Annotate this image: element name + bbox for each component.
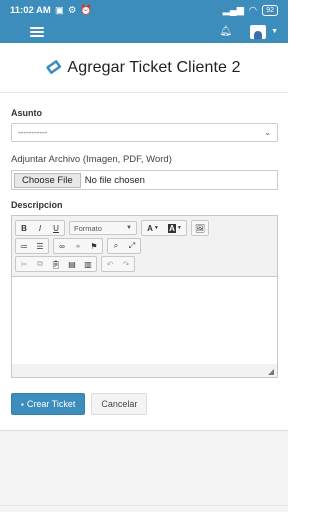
create-ticket-button[interactable]: ▪ Crear Ticket — [11, 393, 86, 415]
copy-icon[interactable]: ⧉ — [32, 257, 48, 271]
asunto-label: Asunto — [11, 108, 42, 118]
italic-button[interactable]: I — [32, 221, 48, 235]
top-navbar: 🔔︎ ▼ — [0, 20, 288, 43]
page-header: Agregar Ticket Cliente 2 — [0, 43, 288, 93]
editor-status-bar — [12, 364, 277, 377]
file-label: Adjuntar Archivo (Imagen, PDF, Word) — [11, 154, 172, 165]
unlink-icon[interactable]: ⚭ — [70, 239, 86, 253]
resize-handle-icon[interactable] — [268, 369, 274, 375]
editor-content-area[interactable] — [12, 276, 277, 364]
chevron-down-icon: ▼ — [126, 225, 132, 231]
chevron-down-icon[interactable]: ▼ — [271, 28, 278, 35]
file-input[interactable]: Choose File No file chosen — [11, 170, 278, 190]
format-dropdown-label: Formato — [74, 223, 102, 233]
wifi-icon: ◠ — [248, 4, 258, 16]
text-color-button[interactable]: A ▼ — [142, 221, 164, 235]
bulleted-list-icon[interactable]: ☰ — [32, 239, 48, 253]
menu-toggle-icon[interactable] — [30, 26, 44, 37]
background-color-button[interactable]: A ▼ — [164, 221, 186, 235]
ticket-form: Asunto ----------- ⌄ Adjuntar Archivo (I… — [11, 108, 278, 415]
status-bar: 11:02 AM ▣ ⚙ ⏰ ▂▄▆ ◠ 92 — [0, 0, 288, 20]
file-status: No file chosen — [84, 174, 145, 186]
paste-icon[interactable]: 📋︎ — [48, 257, 64, 271]
choose-file-button[interactable]: Choose File — [14, 172, 81, 188]
anchor-flag-icon[interactable]: ⚑ — [86, 239, 102, 253]
cancel-button[interactable]: Cancelar — [91, 393, 148, 415]
maximize-icon[interactable]: ⤢ — [124, 239, 140, 253]
avatar[interactable] — [250, 24, 267, 39]
alarm-icon: ⏰ — [80, 4, 93, 16]
format-dropdown[interactable]: Formato ▼ — [69, 221, 137, 235]
descripcion-label: Descripcion — [11, 200, 63, 210]
page-title: Agregar Ticket Cliente 2 — [67, 58, 241, 76]
chevron-down-icon: ⌄ — [264, 128, 271, 137]
underline-button[interactable]: U — [48, 221, 64, 235]
notifications-bell-icon[interactable]: 🔔︎ — [219, 26, 232, 37]
undo-icon[interactable]: ↶ — [102, 257, 118, 271]
paste-text-icon[interactable]: ▤ — [64, 257, 80, 271]
save-icon: ▪ — [21, 399, 24, 409]
cut-icon[interactable]: ✂ — [16, 257, 32, 271]
background-color-icon: A — [168, 223, 176, 233]
user-menu[interactable]: ▼ — [250, 24, 278, 39]
battery-icon: 92 — [262, 4, 278, 16]
footer-divider — [0, 505, 288, 506]
bold-button[interactable]: B — [16, 221, 32, 235]
numbered-list-icon[interactable]: ≔ — [16, 239, 32, 253]
editor-toolbar: B I U Formato ▼ A ▼ A ▼ 🖼︎ ≔ ☰ ∞ ⚭ ⚑ ⌕ ⤢… — [12, 216, 277, 276]
status-time: 11:02 AM — [10, 4, 51, 16]
text-color-icon: A — [147, 223, 153, 233]
asunto-selected-value: ----------- — [18, 128, 48, 137]
redo-icon[interactable]: ↷ — [118, 257, 134, 271]
paste-word-icon[interactable]: ▥ — [80, 257, 96, 271]
gallery-icon: ▣ — [54, 4, 64, 16]
create-ticket-label: Crear Ticket — [26, 399, 76, 409]
asunto-select[interactable]: ----------- ⌄ — [11, 123, 278, 142]
rich-text-editor: B I U Formato ▼ A ▼ A ▼ 🖼︎ ≔ ☰ ∞ ⚭ ⚑ ⌕ ⤢… — [11, 215, 278, 378]
ticket-icon — [44, 57, 65, 79]
image-icon[interactable]: 🖼︎ — [192, 221, 208, 235]
form-actions: ▪ Crear Ticket Cancelar — [11, 393, 278, 415]
signal-icon: ▂▄▆ — [222, 4, 244, 16]
find-icon[interactable]: ⌕ — [108, 239, 124, 253]
page-footer — [0, 430, 288, 512]
settings-icon: ⚙ — [67, 4, 77, 16]
link-icon[interactable]: ∞ — [54, 239, 70, 253]
